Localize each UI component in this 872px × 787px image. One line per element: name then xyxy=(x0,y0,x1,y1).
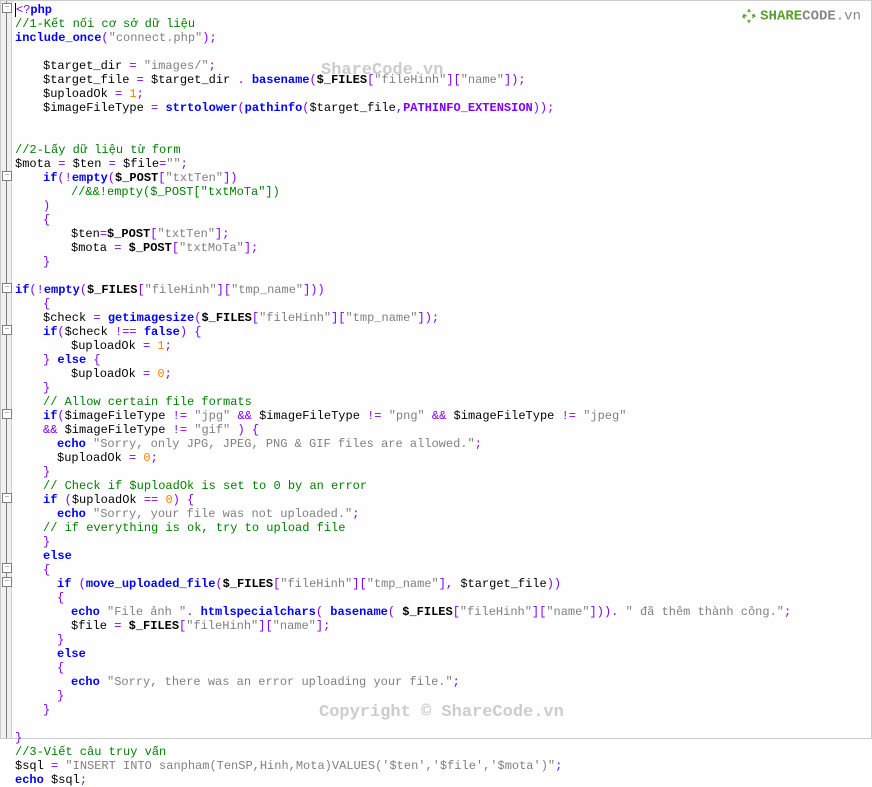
code-line[interactable]: { xyxy=(15,661,867,675)
code-line[interactable]: echo "Sorry, your file was not uploaded.… xyxy=(15,507,867,521)
logo-text-green: SHARE xyxy=(760,9,802,25)
code-line[interactable]: // Check if $uploadOk is set to 0 by an … xyxy=(15,479,867,493)
logo-tld: .vn xyxy=(836,9,861,25)
code-line[interactable]: $ten=$_POST["txtTen"]; xyxy=(15,227,867,241)
code-line[interactable]: } xyxy=(15,465,867,479)
code-line[interactable]: $file = $_FILES["fileHinh"]["name"]; xyxy=(15,619,867,633)
code-line[interactable]: $uploadOk = 1; xyxy=(15,339,867,353)
code-line[interactable]: $target_file = $target_dir . basename($_… xyxy=(15,73,867,87)
code-line[interactable]: if($imageFileType != "jpg" && $imageFile… xyxy=(15,409,867,423)
code-line[interactable]: if (move_uploaded_file($_FILES["fileHinh… xyxy=(15,577,867,591)
code-line[interactable]: echo "Sorry, only JPG, JPEG, PNG & GIF f… xyxy=(15,437,867,451)
code-line[interactable]: if(!empty($_POST["txtTen"]) xyxy=(15,171,867,185)
code-line[interactable]: echo $sql; xyxy=(15,773,867,787)
sharecode-logo: SHARECODE.vn xyxy=(740,7,861,25)
fold-toggle[interactable]: − xyxy=(2,171,12,181)
code-line[interactable]: include_once("connect.php"); xyxy=(15,31,867,45)
code-line[interactable]: } xyxy=(15,731,867,745)
fold-toggle[interactable]: − xyxy=(2,3,12,13)
logo-text-dark: CODE xyxy=(802,9,836,25)
fold-toggle[interactable]: − xyxy=(2,563,12,573)
code-line[interactable]: { xyxy=(15,213,867,227)
code-line[interactable] xyxy=(15,45,867,59)
code-line[interactable]: $mota = $ten = $file=""; xyxy=(15,157,867,171)
code-line[interactable]: else xyxy=(15,647,867,661)
code-line[interactable] xyxy=(15,129,867,143)
code-line[interactable]: { xyxy=(15,297,867,311)
code-line[interactable]: $check = getimagesize($_FILES["fileHinh"… xyxy=(15,311,867,325)
code-line[interactable]: if(!empty($_FILES["fileHinh"]["tmp_name"… xyxy=(15,283,867,297)
code-line[interactable]: echo "Sorry, there was an error uploadin… xyxy=(15,675,867,689)
code-line[interactable]: } xyxy=(15,633,867,647)
code-editor[interactable]: −−−−−−−− <?php//1-Kết nối cơ sở dữ liệui… xyxy=(0,0,872,739)
code-line[interactable]: // Allow certain file formats xyxy=(15,395,867,409)
code-line[interactable] xyxy=(15,717,867,731)
gutter: − − − − − − − − xyxy=(1,1,12,738)
fold-toggle[interactable]: − xyxy=(2,283,12,293)
code-line[interactable]: echo "File ảnh ". htmlspecialchars( base… xyxy=(15,605,867,619)
code-line[interactable]: } xyxy=(15,535,867,549)
code-line[interactable]: $imageFileType = strtolower(pathinfo($ta… xyxy=(15,101,867,115)
code-line[interactable]: $mota = $_POST["txtMoTa"]; xyxy=(15,241,867,255)
code-line[interactable]: $uploadOk = 0; xyxy=(15,451,867,465)
code-line[interactable] xyxy=(15,269,867,283)
code-line[interactable]: //&&!empty($_POST["txtMoTa"]) xyxy=(15,185,867,199)
code-line[interactable]: else xyxy=(15,549,867,563)
code-line[interactable]: } else { xyxy=(15,353,867,367)
fold-toggle[interactable]: − xyxy=(2,325,12,335)
code-area[interactable]: <?php//1-Kết nối cơ sở dữ liệuinclude_on… xyxy=(15,3,867,787)
fold-toggle[interactable]: − xyxy=(2,577,12,587)
fold-toggle[interactable]: − xyxy=(2,493,12,503)
code-line[interactable]: } xyxy=(15,703,867,717)
code-line[interactable] xyxy=(15,115,867,129)
code-line[interactable]: //3-Viết câu truy vấn xyxy=(15,745,867,759)
code-line[interactable]: { xyxy=(15,563,867,577)
code-line[interactable]: // if everything is ok, try to upload fi… xyxy=(15,521,867,535)
code-line[interactable]: $sql = "INSERT INTO sanpham(TenSP,Hinh,M… xyxy=(15,759,867,773)
fold-toggle[interactable]: − xyxy=(2,409,12,419)
code-line[interactable]: ) xyxy=(15,199,867,213)
recycle-icon xyxy=(740,7,758,25)
code-line[interactable]: $uploadOk = 1; xyxy=(15,87,867,101)
code-line[interactable]: } xyxy=(15,255,867,269)
code-line[interactable]: && $imageFileType != "gif" ) { xyxy=(15,423,867,437)
code-line[interactable]: $target_dir = "images/"; xyxy=(15,59,867,73)
code-line[interactable]: } xyxy=(15,381,867,395)
code-line[interactable]: { xyxy=(15,591,867,605)
code-line[interactable]: if ($uploadOk == 0) { xyxy=(15,493,867,507)
code-line[interactable]: } xyxy=(15,689,867,703)
code-line[interactable]: if($check !== false) { xyxy=(15,325,867,339)
code-line[interactable]: //2-Lấy dữ liệu từ form xyxy=(15,143,867,157)
code-line[interactable]: $uploadOk = 0; xyxy=(15,367,867,381)
